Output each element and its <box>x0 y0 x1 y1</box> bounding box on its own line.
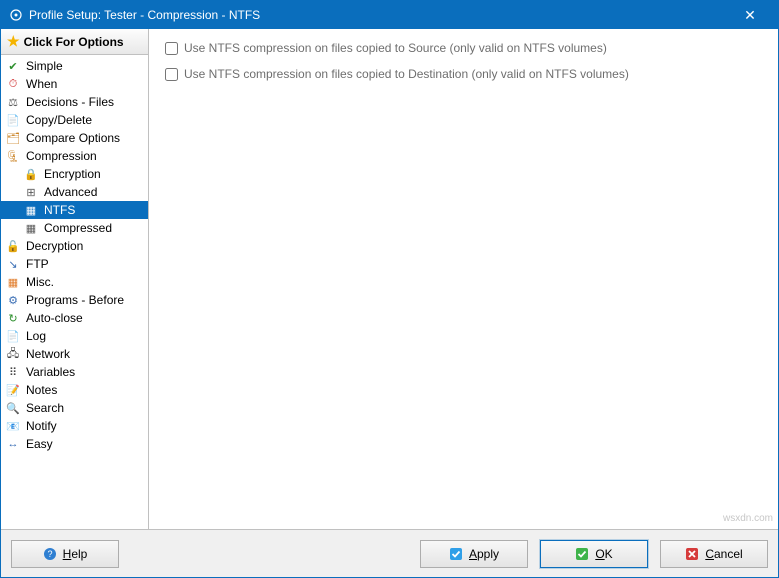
sidebar-item-log[interactable]: 📄 Log <box>1 327 148 345</box>
sidebar-item-icon: 🗜 <box>5 148 21 164</box>
sidebar-item-icon: ↘ <box>5 256 21 272</box>
sidebar-item-icon: ⠿ <box>5 364 21 380</box>
sidebar-item-label: Programs - Before <box>26 293 124 307</box>
main-panel: Use NTFS compression on files copied to … <box>149 29 778 529</box>
cancel-button[interactable]: Cancel <box>660 540 768 568</box>
sidebar-item-icon: 📄 <box>5 112 21 128</box>
sidebar-item-notes[interactable]: 📝 Notes <box>1 381 148 399</box>
ntfs-destination-checkbox[interactable] <box>165 68 178 81</box>
sidebar-item-icon: ⚖ <box>5 94 21 110</box>
sidebar-item-label: Search <box>26 401 64 415</box>
sidebar-item-label: Compression <box>26 149 97 163</box>
content-area: ★ Click For Options ✔ Simple ⏱ When ⚖ Decisio… <box>1 29 778 529</box>
sidebar-item-ftp[interactable]: ↘ FTP <box>1 255 148 273</box>
sidebar-options-header[interactable]: ★ Click For Options <box>1 29 148 55</box>
ntfs-source-label: Use NTFS compression on files copied to … <box>184 41 607 55</box>
sidebar-item-label: Misc. <box>26 275 54 289</box>
sidebar-item-icon: 📄 <box>5 328 21 344</box>
sidebar-item-auto-close[interactable]: ↻ Auto-close <box>1 309 148 327</box>
sidebar: ★ Click For Options ✔ Simple ⏱ When ⚖ Decisio… <box>1 29 149 529</box>
sidebar-item-label: Easy <box>26 437 53 451</box>
sidebar-item-label: Notify <box>26 419 57 433</box>
sidebar-item-decryption[interactable]: 🔓 Decryption <box>1 237 148 255</box>
help-button[interactable]: ? Help <box>11 540 119 568</box>
sidebar-item-icon: 📧 <box>5 418 21 434</box>
sidebar-item-icon: ✔ <box>5 58 21 74</box>
cancel-icon <box>685 547 699 561</box>
sidebar-item-icon: ↻ <box>5 310 21 326</box>
sidebar-item-label: Advanced <box>44 185 97 199</box>
sidebar-item-icon: 🔒 <box>23 166 39 182</box>
sidebar-item-notify[interactable]: 📧 Notify <box>1 417 148 435</box>
sidebar-item-icon: ⊞ <box>23 184 39 200</box>
sidebar-item-encryption[interactable]: 🔒 Encryption <box>1 165 148 183</box>
sidebar-item-label: Copy/Delete <box>26 113 92 127</box>
window-title: Profile Setup: Tester - Compression - NT… <box>29 8 730 22</box>
sidebar-item-search[interactable]: 🔍 Search <box>1 399 148 417</box>
sidebar-item-when[interactable]: ⏱ When <box>1 75 148 93</box>
sidebar-item-icon: 📝 <box>5 382 21 398</box>
ok-icon <box>575 547 589 561</box>
sidebar-item-icon: ⏱ <box>5 76 21 92</box>
sidebar-item-icon: 🖧 <box>5 346 21 362</box>
apply-label: Apply <box>469 547 499 561</box>
sidebar-item-compare-options[interactable]: 🗂 Compare Options <box>1 129 148 147</box>
sidebar-item-misc-[interactable]: ▦ Misc. <box>1 273 148 291</box>
sidebar-tree: ✔ Simple ⏱ When ⚖ Decisions - Files 📄 Copy/Dele… <box>1 55 148 529</box>
sidebar-item-label: Notes <box>26 383 57 397</box>
sidebar-item-label: Log <box>26 329 46 343</box>
cancel-label: Cancel <box>705 547 742 561</box>
sidebar-item-label: Compressed <box>44 221 112 235</box>
close-button[interactable]: ✕ <box>730 1 770 29</box>
sidebar-item-icon: 🔍 <box>5 400 21 416</box>
sidebar-item-programs-before[interactable]: ⚙ Programs - Before <box>1 291 148 309</box>
sidebar-item-simple[interactable]: ✔ Simple <box>1 57 148 75</box>
sidebar-item-label: Network <box>26 347 70 361</box>
sidebar-item-label: Auto-close <box>26 311 83 325</box>
sidebar-item-icon: ▦ <box>5 274 21 290</box>
sidebar-item-compression[interactable]: 🗜 Compression <box>1 147 148 165</box>
sidebar-item-network[interactable]: 🖧 Network <box>1 345 148 363</box>
star-icon: ★ <box>7 33 20 50</box>
sidebar-item-easy[interactable]: ↔ Easy <box>1 435 148 453</box>
ntfs-destination-checkbox-row[interactable]: Use NTFS compression on files copied to … <box>165 67 762 81</box>
sidebar-item-compressed[interactable]: ▦ Compressed <box>1 219 148 237</box>
sidebar-item-icon: 🔓 <box>5 238 21 254</box>
sidebar-item-label: Encryption <box>44 167 101 181</box>
ok-label: OK <box>595 547 612 561</box>
apply-icon <box>449 547 463 561</box>
sidebar-item-copy-delete[interactable]: 📄 Copy/Delete <box>1 111 148 129</box>
watermark: wsxdn.com <box>723 513 773 524</box>
apply-button[interactable]: Apply <box>420 540 528 568</box>
help-label: Help <box>63 547 88 561</box>
app-icon <box>9 8 23 22</box>
sidebar-item-variables[interactable]: ⠿ Variables <box>1 363 148 381</box>
sidebar-item-icon: 🗂 <box>5 130 21 146</box>
sidebar-options-label: Click For Options <box>24 35 124 49</box>
ntfs-source-checkbox[interactable] <box>165 42 178 55</box>
sidebar-item-label: Decisions - Files <box>26 95 114 109</box>
sidebar-item-label: When <box>26 77 57 91</box>
sidebar-item-label: Decryption <box>26 239 83 253</box>
help-icon: ? <box>43 547 57 561</box>
sidebar-item-label: FTP <box>26 257 49 271</box>
ntfs-destination-label: Use NTFS compression on files copied to … <box>184 67 629 81</box>
footer: ? Help Apply OK Cancel <box>1 529 778 577</box>
svg-text:?: ? <box>47 549 52 559</box>
sidebar-item-icon: ↔ <box>5 436 21 452</box>
sidebar-item-icon: ▦ <box>23 220 39 236</box>
sidebar-item-decisions-files[interactable]: ⚖ Decisions - Files <box>1 93 148 111</box>
ntfs-source-checkbox-row[interactable]: Use NTFS compression on files copied to … <box>165 41 762 55</box>
titlebar: Profile Setup: Tester - Compression - NT… <box>1 1 778 29</box>
ok-button[interactable]: OK <box>540 540 648 568</box>
sidebar-item-ntfs[interactable]: ▦ NTFS <box>1 201 148 219</box>
sidebar-item-label: Simple <box>26 59 63 73</box>
sidebar-item-label: NTFS <box>44 203 75 217</box>
sidebar-item-label: Compare Options <box>26 131 120 145</box>
sidebar-item-icon: ⚙ <box>5 292 21 308</box>
sidebar-item-advanced[interactable]: ⊞ Advanced <box>1 183 148 201</box>
sidebar-item-label: Variables <box>26 365 75 379</box>
sidebar-item-icon: ▦ <box>23 202 39 218</box>
